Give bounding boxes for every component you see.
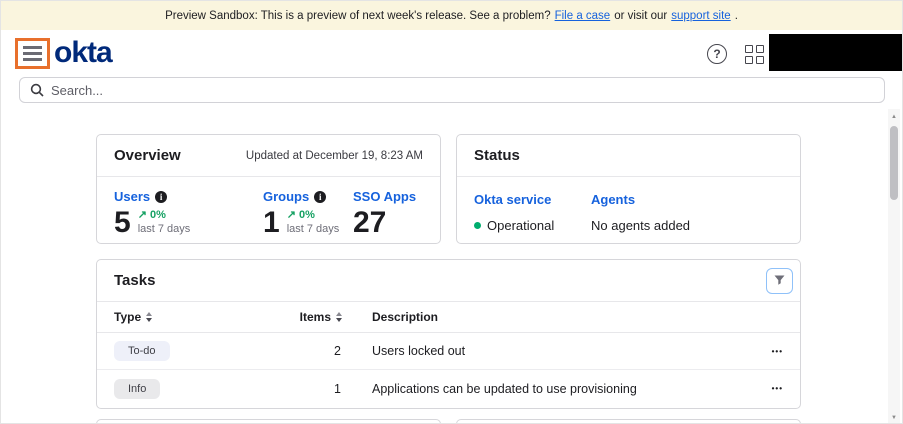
sso-apps-link[interactable]: SSO Apps — [353, 189, 423, 204]
banner-text-middle: or visit our — [614, 10, 667, 22]
okta-admin-dashboard: Preview Sandbox: This is a preview of ne… — [0, 0, 903, 424]
redacted-account-info[interactable] — [769, 34, 903, 71]
okta-logo[interactable]: okta — [54, 37, 112, 69]
groups-trend: ↗ 0% — [287, 208, 340, 222]
filter-icon — [774, 275, 785, 286]
status-title: Status — [474, 147, 520, 164]
row-overflow-menu-icon[interactable]: ••• — [757, 347, 783, 356]
overview-card-header: Overview Updated at December 19, 8:23 AM — [97, 135, 440, 177]
okta-service-status: Okta service Operational — [474, 192, 591, 233]
global-search-bar[interactable] — [19, 77, 885, 103]
overview-updated-timestamp: Updated at December 19, 8:23 AM — [246, 150, 423, 162]
stat-users: Users i 5 ↗ 0% last 7 days — [114, 189, 263, 239]
file-a-case-link[interactable]: File a case — [555, 10, 611, 22]
todo-badge: To-do — [114, 341, 170, 361]
apps-grid-icon[interactable] — [745, 45, 764, 64]
app-header — [1, 30, 902, 76]
tasks-card: Tasks Type Items Description To-do — [96, 259, 801, 409]
support-site-link[interactable]: support site — [671, 10, 730, 22]
tasks-table-header: Type Items Description — [97, 302, 800, 333]
agents-link[interactable]: Agents — [591, 192, 783, 207]
okta-service-value: Operational — [487, 218, 554, 233]
tasks-title: Tasks — [114, 272, 155, 289]
status-card: Status Okta service Operational Agents N… — [456, 134, 801, 244]
stat-groups: Groups i 1 ↗ 0% last 7 days — [263, 189, 353, 239]
column-header-items[interactable]: Items — [274, 310, 342, 324]
row-items-count: 1 — [274, 382, 342, 396]
okta-service-link[interactable]: Okta service — [474, 192, 591, 207]
overview-stats: Users i 5 ↗ 0% last 7 days Groups i — [97, 177, 440, 239]
users-trend-period: last 7 days — [138, 222, 191, 236]
info-badge: Info — [114, 379, 160, 399]
column-header-type[interactable]: Type — [114, 310, 274, 324]
banner-text: Preview Sandbox: This is a preview of ne… — [165, 10, 551, 22]
scrollbar-thumb[interactable] — [890, 126, 898, 200]
column-header-description: Description — [342, 310, 757, 324]
stat-sso-apps: SSO Apps 27 — [353, 189, 423, 239]
banner-text-suffix: . — [735, 10, 738, 22]
tasks-filter-button[interactable] — [766, 268, 793, 294]
users-trend: ↗ 0% — [138, 208, 191, 222]
groups-link[interactable]: Groups i — [263, 189, 353, 204]
row-items-count: 2 — [274, 344, 342, 358]
agents-value: No agents added — [591, 218, 690, 233]
overview-title: Overview — [114, 147, 181, 164]
table-row[interactable]: Info 1 Applications can be updated to us… — [97, 370, 800, 407]
table-row[interactable]: To-do 2 Users locked out ••• — [97, 333, 800, 370]
users-link[interactable]: Users i — [114, 189, 263, 204]
users-count: 5 — [114, 207, 131, 239]
overview-card: Overview Updated at December 19, 8:23 AM… — [96, 134, 441, 244]
groups-count: 1 — [263, 207, 280, 239]
info-icon[interactable]: i — [155, 191, 167, 203]
sso-apps-count: 27 — [353, 207, 386, 239]
tasks-card-header: Tasks — [97, 260, 800, 302]
row-overflow-menu-icon[interactable]: ••• — [757, 384, 783, 393]
search-icon — [30, 83, 44, 97]
operational-status-dot — [474, 222, 481, 229]
search-input[interactable] — [51, 83, 874, 98]
status-card-header: Status — [457, 135, 800, 177]
row-description: Users locked out — [342, 344, 757, 358]
sort-icon[interactable] — [146, 312, 152, 322]
groups-trend-period: last 7 days — [287, 222, 340, 236]
info-icon[interactable]: i — [314, 191, 326, 203]
clipped-card-left — [96, 419, 441, 424]
agents-status: Agents No agents added — [591, 192, 783, 233]
help-icon[interactable]: ? — [707, 44, 727, 64]
scroll-down-arrow[interactable]: ▼ — [888, 414, 900, 422]
hamburger-icon — [23, 46, 42, 49]
hamburger-menu-button[interactable] — [15, 38, 50, 69]
row-description: Applications can be updated to use provi… — [342, 382, 757, 396]
preview-sandbox-banner: Preview Sandbox: This is a preview of ne… — [1, 1, 902, 30]
scroll-up-arrow[interactable]: ▲ — [888, 113, 900, 121]
vertical-scrollbar[interactable]: ▲ ▼ — [888, 109, 900, 424]
clipped-card-right — [456, 419, 801, 424]
